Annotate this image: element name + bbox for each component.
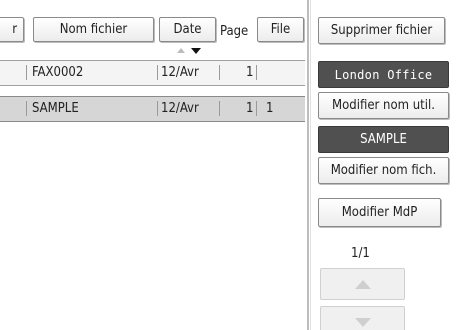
- page-indicator: 1/1: [351, 246, 370, 261]
- row-pages: 1: [246, 101, 254, 116]
- column-header-page: Page: [220, 24, 249, 39]
- sort-order-indicator: [175, 45, 205, 55]
- table-row[interactable]: FAX0002 12/Avr 1: [0, 60, 305, 86]
- column-header-user[interactable]: r: [0, 17, 24, 42]
- change-password-button[interactable]: Modifier MdP: [318, 198, 441, 227]
- sort-descending-icon: [191, 48, 201, 54]
- column-separator: [157, 101, 158, 116]
- row-filename: FAX0002: [32, 65, 84, 80]
- panel-divider-light: [310, 0, 311, 330]
- change-user-name-button[interactable]: Modifier nom util.: [318, 92, 449, 119]
- row-date: 12/Avr: [161, 65, 199, 80]
- row-pages: 1: [246, 65, 254, 80]
- delete-file-button[interactable]: Supprimer fichier: [318, 17, 445, 44]
- user-name-display: London Office: [318, 61, 449, 88]
- page-down-button[interactable]: [320, 306, 405, 330]
- column-separator: [157, 65, 158, 80]
- file-name-display: SAMPLE: [318, 126, 449, 153]
- column-header-file[interactable]: File: [257, 17, 304, 42]
- row-file: 1: [266, 101, 274, 116]
- column-separator: [219, 101, 220, 116]
- table-row-selected[interactable]: SAMPLE 12/Avr 1 1: [0, 96, 305, 122]
- row-filename: SAMPLE: [32, 101, 79, 116]
- row-date: 12/Avr: [161, 101, 199, 116]
- column-separator: [26, 101, 27, 116]
- arrow-up-icon: [354, 279, 371, 289]
- panel-divider: [307, 0, 309, 330]
- column-separator: [26, 65, 27, 80]
- column-header-filename[interactable]: Nom fichier: [33, 17, 154, 42]
- column-separator: [256, 101, 257, 116]
- page-up-button[interactable]: [320, 268, 405, 300]
- column-separator: [256, 65, 257, 80]
- sort-ascending-icon: [177, 48, 185, 53]
- arrow-down-icon: [354, 317, 371, 327]
- column-header-date[interactable]: Date: [159, 17, 216, 42]
- column-separator: [219, 65, 220, 80]
- change-file-name-button[interactable]: Modifier nom fich.: [318, 157, 449, 184]
